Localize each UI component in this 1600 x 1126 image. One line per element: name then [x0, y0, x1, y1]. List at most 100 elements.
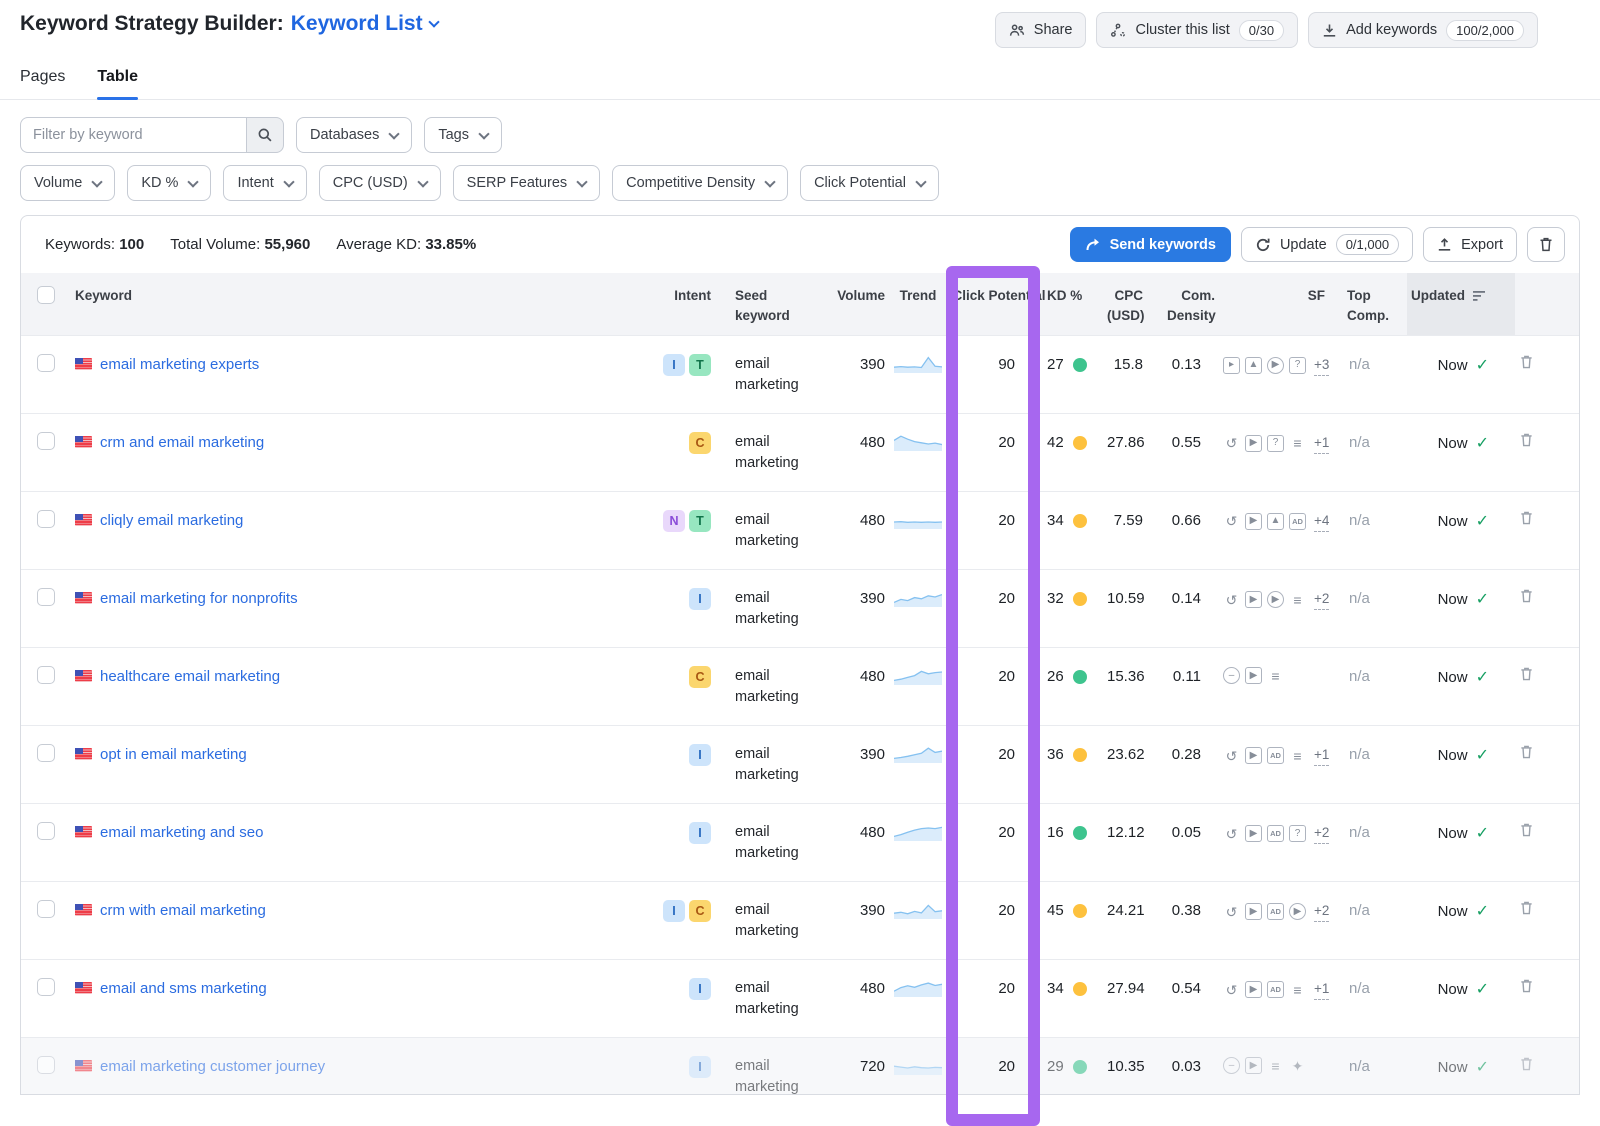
column-header-kd[interactable]: KD %	[1047, 273, 1107, 336]
delete-keyword-button[interactable]	[1515, 978, 1534, 994]
click-potential-filter-dropdown[interactable]: Click Potential	[800, 165, 939, 201]
cpc-filter-dropdown[interactable]: CPC (USD)	[319, 165, 441, 201]
serp-features-more[interactable]: +2	[1314, 823, 1329, 844]
row-checkbox[interactable]	[37, 510, 55, 528]
keyword-link[interactable]: healthcare email marketing	[100, 666, 280, 688]
column-header-com-density[interactable]: Com. Density	[1167, 273, 1223, 336]
volume-value: 720	[811, 1038, 885, 1095]
share-button[interactable]: Share	[995, 12, 1087, 48]
kd-difficulty-dot	[1073, 514, 1087, 528]
row-checkbox[interactable]	[37, 354, 55, 372]
keyword-link[interactable]: opt in email marketing	[100, 744, 247, 766]
keyword-filter-input[interactable]	[20, 117, 246, 153]
kd-cell: 29	[1047, 1056, 1107, 1078]
intent-badge-i: I	[663, 900, 685, 922]
delete-keyword-button[interactable]	[1515, 822, 1534, 838]
serp-features-more[interactable]: +1	[1314, 433, 1329, 454]
kd-value: 45	[1047, 900, 1064, 922]
keyword-link[interactable]: email and sms marketing	[100, 978, 267, 1000]
row-checkbox[interactable]	[37, 900, 55, 918]
chevron-down-icon	[428, 16, 439, 27]
serp-features-more[interactable]: +4	[1314, 511, 1329, 532]
check-icon: ✓	[1476, 822, 1489, 845]
competitive-density-filter-dropdown[interactable]: Competitive Density	[612, 165, 788, 201]
volume-value: 480	[811, 648, 885, 726]
kd-cell: 16	[1047, 822, 1107, 844]
intent-badge-i: I	[689, 1056, 711, 1078]
keyword-link[interactable]: email marketing experts	[100, 354, 259, 376]
keyword-link[interactable]: crm with email marketing	[100, 900, 266, 922]
serp-features-more[interactable]: +2	[1314, 901, 1329, 922]
keyword-cell: email marketing for nonprofits	[69, 588, 629, 610]
intent-badge-t: T	[689, 510, 711, 532]
row-checkbox[interactable]	[37, 666, 55, 684]
us-flag-icon	[75, 670, 92, 682]
table-row: crm and email marketingCemail marketing4…	[21, 414, 1580, 492]
average-kd-label: Average KD:	[336, 236, 421, 253]
row-checkbox[interactable]	[37, 432, 55, 450]
delete-keyword-button[interactable]	[1515, 744, 1534, 760]
serp-features-more[interactable]: +1	[1314, 979, 1329, 1000]
delete-keyword-button[interactable]	[1515, 900, 1534, 916]
keywords-count: Keywords: 100	[45, 236, 144, 253]
table-row: crm with email marketingICemail marketin…	[21, 882, 1580, 960]
row-checkbox[interactable]	[37, 822, 55, 840]
intent-filter-dropdown[interactable]: Intent	[223, 165, 306, 201]
column-header-volume[interactable]: Volume	[811, 273, 885, 336]
total-volume-label: Total Volume:	[170, 236, 260, 253]
serp-features-cell: ▸▲▶?+3	[1223, 355, 1341, 376]
databases-dropdown[interactable]: Databases	[296, 117, 412, 153]
delete-keyword-button[interactable]	[1515, 354, 1534, 370]
row-checkbox[interactable]	[37, 588, 55, 606]
row-checkbox[interactable]	[37, 978, 55, 996]
serp-features-more[interactable]: +2	[1314, 589, 1329, 610]
tab-table[interactable]: Table	[97, 68, 138, 99]
delete-keyword-button[interactable]	[1515, 432, 1534, 448]
send-keywords-button[interactable]: Send keywords	[1070, 227, 1231, 262]
cpc-filter-label: CPC (USD)	[333, 175, 408, 191]
serp-features-more[interactable]: +3	[1314, 355, 1329, 376]
tags-dropdown[interactable]: Tags	[424, 117, 502, 153]
row-checkbox[interactable]	[37, 1056, 55, 1074]
table-row: healthcare email marketingCemail marketi…	[21, 648, 1580, 726]
click-potential-value: 20	[951, 804, 1047, 882]
chevron-down-icon	[764, 176, 775, 187]
column-header-updated[interactable]: Updated	[1407, 273, 1515, 336]
delete-selected-button[interactable]	[1527, 227, 1565, 262]
serp-features-more[interactable]: +1	[1314, 745, 1329, 766]
paa-icon: ?	[1289, 825, 1306, 842]
update-button[interactable]: Update 0/1,000	[1241, 227, 1413, 262]
intent-badge-i: I	[689, 744, 711, 766]
com-density-value: 0.11	[1167, 648, 1223, 726]
keyword-link[interactable]: email marketing customer journey	[100, 1056, 325, 1078]
click-potential-value: 20	[951, 1038, 1047, 1095]
top-comp-value: n/a	[1341, 492, 1407, 570]
keyword-link[interactable]: email marketing and seo	[100, 822, 263, 844]
updated-cell: Now✓	[1407, 354, 1515, 377]
search-button[interactable]	[246, 117, 284, 153]
select-all-checkbox[interactable]	[37, 286, 55, 304]
serp-features-filter-dropdown[interactable]: SERP Features	[453, 165, 600, 201]
delete-keyword-button[interactable]	[1515, 1056, 1534, 1072]
snippet-icon: ✦	[1289, 1057, 1306, 1074]
column-header-click-potential[interactable]: Click Potential	[951, 273, 1047, 336]
row-checkbox[interactable]	[37, 744, 55, 762]
keyword-link[interactable]: crm and email marketing	[100, 432, 264, 454]
keyword-link[interactable]: email marketing for nonprofits	[100, 588, 298, 610]
keyword-list-selector[interactable]: Keyword List	[291, 12, 423, 36]
export-label: Export	[1461, 237, 1503, 253]
kd-cell: 34	[1047, 510, 1107, 532]
serp-features-cell: –▶≡✦	[1223, 1057, 1341, 1074]
column-header-cpc[interactable]: CPC (USD)	[1107, 273, 1167, 336]
export-button[interactable]: Export	[1423, 227, 1517, 262]
delete-keyword-button[interactable]	[1515, 510, 1534, 526]
delete-keyword-button[interactable]	[1515, 588, 1534, 604]
cluster-list-button[interactable]: Cluster this list 0/30	[1096, 12, 1298, 48]
volume-filter-dropdown[interactable]: Volume	[20, 165, 115, 201]
kd-filter-dropdown[interactable]: KD %	[127, 165, 211, 201]
delete-keyword-button[interactable]	[1515, 666, 1534, 682]
column-header-sf: SF	[1223, 273, 1341, 336]
tab-pages[interactable]: Pages	[20, 68, 65, 99]
add-keywords-button[interactable]: Add keywords 100/2,000	[1308, 12, 1538, 48]
keyword-link[interactable]: cliqly email marketing	[100, 510, 243, 532]
